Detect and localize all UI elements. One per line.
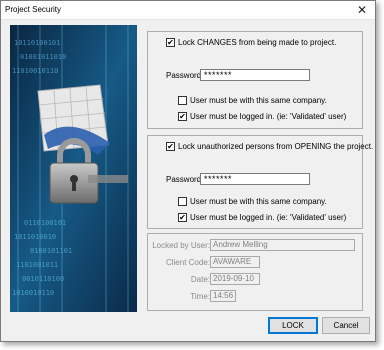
changes-logged-in-checkbox[interactable]: ✔ [178,112,187,121]
opening-same-company-checkbox[interactable] [178,197,187,206]
date-label: Date: [190,275,210,284]
cancel-button[interactable]: Cancel [322,317,370,334]
opening-password-input[interactable]: ******* [200,173,310,185]
svg-text:0010110100: 0010110100 [22,275,64,283]
password-label: Password: [166,175,204,184]
security-artwork: 10110100101 01001011010 11010010110 0110… [10,25,137,312]
time-field: 14:56 [210,290,236,302]
locked-by-field: Andrew Melling [210,239,355,251]
lock-info-group: Locked by User: Andrew Melling Client Co… [147,233,363,311]
changes-logged-in-label: User must be logged in. (ie: 'Validated'… [190,112,347,121]
svg-text:10110100101: 10110100101 [14,39,60,47]
padlock-document-icon: 10110100101 01001011010 11010010110 0110… [10,25,137,312]
lock-opening-group: ✔ Lock unauthorized persons from OPENING… [147,135,373,229]
changes-same-company-label: User must be with this same company. [190,96,327,105]
svg-text:1011010010: 1011010010 [14,233,56,241]
lock-opening-checkbox[interactable]: ✔ [166,142,175,151]
lock-changes-label: Lock CHANGES from being made to project. [178,38,337,47]
svg-text:1101001011: 1101001011 [16,261,58,269]
title-bar: Project Security ✕ [1,1,375,20]
client-code-label: Client Code: [165,258,210,267]
changes-password-input[interactable]: ******* [200,69,310,81]
lock-changes-group: ✔ Lock CHANGES from being made to projec… [147,31,363,129]
locked-by-label: Locked by User: [152,241,210,250]
close-icon[interactable]: ✕ [355,3,369,17]
changes-same-company-checkbox[interactable] [178,96,187,105]
opening-logged-in-label: User must be logged in. (ie: 'Validated'… [190,213,347,222]
opening-same-company-label: User must be with this same company. [190,197,327,206]
client-code-field: AVAWARE [210,256,260,268]
date-field: 2019-09-10 [210,273,260,285]
lock-changes-checkbox[interactable]: ✔ [166,38,175,47]
time-label: Time: [190,292,210,301]
lock-opening-label: Lock unauthorized persons from OPENING t… [178,142,374,151]
password-label: Password: [166,71,204,80]
svg-text:01001011010: 01001011010 [20,53,66,61]
lock-button[interactable]: LOCK [268,317,318,334]
window-title: Project Security [5,5,62,14]
svg-text:11010010110: 11010010110 [12,67,58,75]
svg-text:0110100101: 0110100101 [24,219,66,227]
opening-logged-in-checkbox[interactable]: ✔ [178,213,187,222]
project-security-dialog: Project Security ✕ 10110100101 010010110… [0,0,376,342]
svg-text:0100101101: 0100101101 [30,247,72,255]
